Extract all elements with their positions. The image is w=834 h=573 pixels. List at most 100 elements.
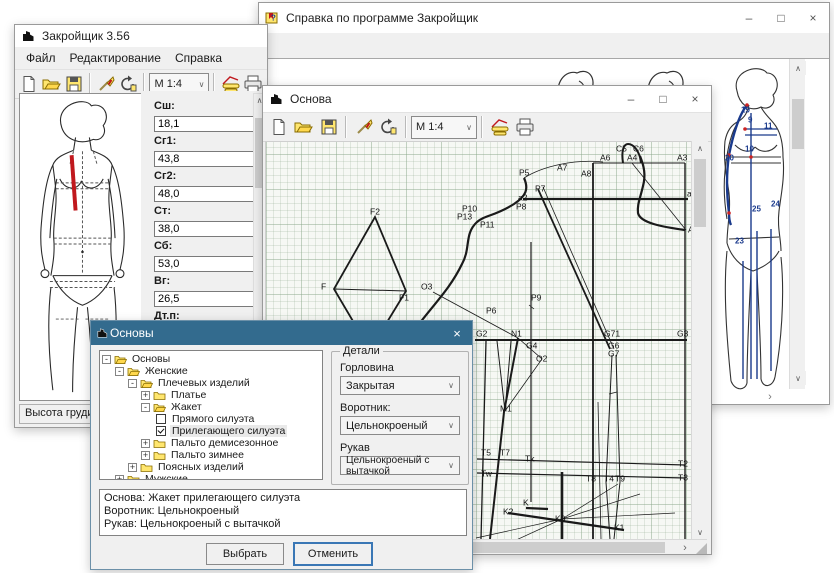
collar-select[interactable]: Цельнокроеный ∨	[340, 416, 460, 435]
app-icon	[269, 92, 285, 106]
collapse-icon[interactable]: -	[115, 367, 124, 376]
osnova-vscrollbar[interactable]: ∧ ∨	[691, 141, 707, 539]
expand-icon[interactable]: +	[141, 451, 150, 460]
help-close-button[interactable]: ×	[797, 3, 829, 33]
help-scroll-up-button[interactable]: ∧	[790, 61, 806, 75]
sewing-machine-button[interactable]	[487, 115, 512, 139]
folder-icon	[140, 462, 153, 473]
open-button[interactable]	[291, 115, 316, 139]
tree-item-platye[interactable]: +Платье	[100, 389, 322, 401]
checkbox-unchecked[interactable]	[156, 414, 166, 424]
tree-item-osnovy[interactable]: -Основы	[100, 353, 322, 365]
meas-input-sg1[interactable]	[154, 151, 258, 167]
scale-select[interactable]: М 1:4 ∨	[411, 116, 477, 139]
clean-button[interactable]	[351, 115, 376, 139]
svg-text:A4: A4	[627, 152, 638, 162]
meas-input-st[interactable]	[154, 221, 258, 237]
dialog-close-button[interactable]: ×	[442, 321, 472, 345]
svg-text:P6: P6	[486, 305, 497, 315]
meas-label: Сг1:	[154, 135, 254, 147]
chevron-down-icon: ∨	[448, 461, 454, 470]
meas-label: Сг2:	[154, 170, 254, 182]
folder-icon	[127, 474, 140, 481]
meas-input-sg2[interactable]	[154, 186, 258, 202]
help-scroll-right-button[interactable]: ›	[763, 391, 777, 403]
help-book-icon: ?	[265, 11, 281, 25]
meas-label: Сб:	[154, 240, 254, 252]
folder-icon	[153, 438, 166, 449]
sleeve-select[interactable]: Цельнокроеный с вытачкой ∨	[340, 456, 460, 475]
help-scroll-down-button[interactable]: ∨	[790, 371, 806, 385]
osnova-close-button[interactable]: ×	[679, 86, 711, 112]
details-legend: Детали	[340, 345, 383, 357]
expand-icon[interactable]: +	[128, 463, 137, 472]
osnova-maximize-button[interactable]: □	[647, 86, 679, 112]
print-button[interactable]	[512, 115, 537, 139]
meas-input-sb[interactable]	[154, 256, 258, 272]
desktop: { "chrome": { "minimize": "–", "maximize…	[0, 0, 834, 573]
collapse-icon[interactable]: -	[102, 355, 111, 364]
svg-text:G71: G71	[604, 328, 620, 338]
svg-text:?: ?	[271, 14, 276, 23]
collapse-icon[interactable]: -	[128, 379, 137, 388]
menu-edit[interactable]: Редактирование	[63, 49, 168, 67]
tree-item-plechevyh[interactable]: -Плечевых изделий	[100, 377, 322, 389]
tree-item-pryamogo[interactable]: Прямого силуэта	[100, 413, 322, 425]
svg-text:C5: C5	[616, 143, 627, 153]
dialog-titlebar[interactable]: Основы ×	[91, 321, 472, 345]
svg-text:19: 19	[741, 106, 750, 115]
svg-text:P11: P11	[480, 219, 495, 229]
tree-item-prilegayushchego[interactable]: Прилегающего силуэта	[100, 425, 322, 437]
collapse-icon[interactable]: -	[141, 403, 150, 412]
checkbox-checked[interactable]	[156, 426, 166, 436]
svg-text:11: 11	[764, 122, 773, 131]
osnova-minimize-button[interactable]: –	[615, 86, 647, 112]
svg-text:P13: P13	[457, 211, 472, 221]
refresh-button[interactable]	[376, 115, 401, 139]
svg-text:10: 10	[745, 145, 754, 154]
scale-value: М 1:4	[416, 121, 444, 133]
summary-base: Основа: Жакет прилегающего силуэта	[104, 492, 462, 505]
resize-grip[interactable]	[696, 543, 707, 554]
tree-item-muzhskie[interactable]: +Мужские	[100, 473, 322, 480]
help-maximize-button[interactable]: □	[765, 3, 797, 33]
svg-text:P7: P7	[535, 183, 546, 193]
osnova-scroll-right-button[interactable]: ›	[677, 541, 693, 554]
tree-item-zhenskie[interactable]: -Женские	[100, 365, 322, 377]
bust-height-line	[72, 155, 76, 210]
selection-summary: Основа: Жакет прилегающего силуэта Ворот…	[99, 489, 467, 536]
meas-input-ssh[interactable]	[154, 116, 258, 132]
svg-text:Tw: Tw	[481, 468, 493, 478]
svg-text:T3: T3	[678, 472, 688, 482]
help-vscrollbar[interactable]: ∧ ∨	[789, 59, 805, 389]
cancel-button[interactable]: Отменить	[294, 543, 372, 565]
expand-icon[interactable]: +	[115, 475, 124, 481]
save-button[interactable]	[316, 115, 341, 139]
menu-help[interactable]: Справка	[168, 49, 229, 67]
meas-input-vg[interactable]	[154, 291, 258, 307]
new-button[interactable]	[266, 115, 291, 139]
menu-file[interactable]: Файл	[19, 49, 63, 67]
neckline-select[interactable]: Закрытая ∨	[340, 376, 460, 395]
svg-text:O2: O2	[536, 353, 548, 363]
collar-value: Цельнокроеный	[346, 420, 428, 432]
expand-icon[interactable]: +	[141, 391, 150, 400]
svg-text:P5: P5	[519, 167, 530, 177]
help-titlebar[interactable]: ? Справка по программе Закройщик – □ ×	[259, 3, 829, 33]
select-button[interactable]: Выбрать	[206, 543, 284, 565]
help-minimize-button[interactable]: –	[733, 3, 765, 33]
chevron-down-icon: ∨	[199, 80, 205, 89]
svg-text:G4: G4	[526, 340, 538, 350]
svg-text:F2: F2	[370, 206, 380, 216]
osnova-titlebar[interactable]: Основа – □ ×	[263, 86, 711, 112]
tree-item-zhaket[interactable]: -Жакет	[100, 401, 322, 413]
osnova-scroll-up-button[interactable]: ∧	[692, 141, 708, 155]
svg-text:O3: O3	[421, 281, 433, 291]
tree-item-poyasnyh[interactable]: +Поясных изделий	[100, 461, 322, 473]
expand-icon[interactable]: +	[141, 439, 150, 448]
osnova-scroll-down-button[interactable]: ∨	[692, 525, 708, 539]
tree-item-palto-zimnee[interactable]: +Пальто зимнее	[100, 449, 322, 461]
main-titlebar[interactable]: Закройщик 3.56	[15, 25, 267, 47]
svg-text:K0: K0	[555, 513, 566, 523]
tree-item-palto-demi[interactable]: +Пальто демисезонное	[100, 437, 322, 449]
